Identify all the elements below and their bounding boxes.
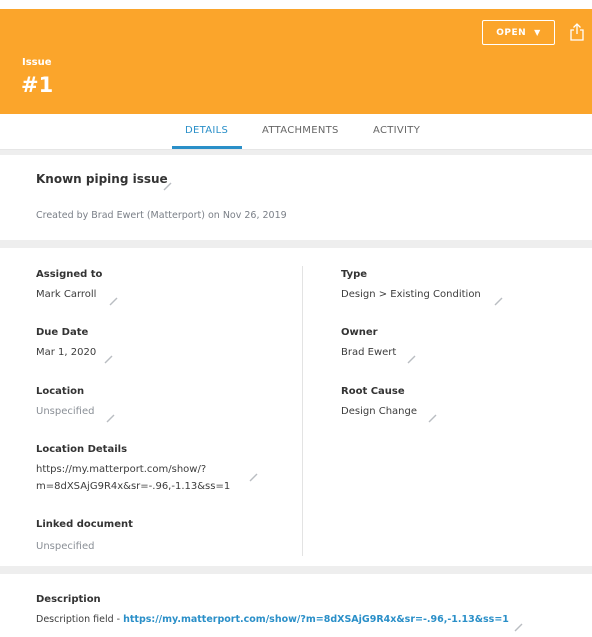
root-cause-value: Design Change — [341, 406, 417, 417]
location-details-value-line2: m=8dXSAjG9R4x&sr=-.96,-1.13&ss=1 — [36, 481, 231, 492]
tab-activity[interactable]: ACTIVITY — [373, 125, 420, 136]
assigned-to-label: Assigned to — [36, 269, 103, 280]
pencil-icon[interactable] — [407, 349, 417, 364]
owner-value: Brad Ewert — [341, 347, 397, 358]
location-label: Location — [36, 386, 85, 397]
section-divider — [0, 240, 592, 248]
assigned-to-value: Mark Carroll — [36, 289, 97, 300]
pencil-icon[interactable] — [104, 349, 114, 364]
column-separator — [302, 266, 303, 556]
issue-number: #1 — [21, 73, 54, 97]
status-label: OPEN — [496, 27, 527, 38]
section-divider — [0, 150, 592, 155]
type-label: Type — [341, 269, 368, 280]
pencil-icon[interactable] — [249, 467, 259, 482]
linked-document-value: Unspecified — [36, 541, 95, 552]
due-date-label: Due Date — [36, 327, 89, 338]
active-tab-indicator — [172, 146, 242, 149]
pencil-icon[interactable] — [514, 617, 524, 632]
description-value: Description field - https://my.matterpor… — [36, 614, 509, 625]
section-divider — [0, 566, 592, 574]
due-date-value: Mar 1, 2020 — [36, 347, 97, 358]
pencil-icon[interactable] — [109, 291, 119, 306]
share-icon[interactable] — [569, 23, 585, 41]
tab-bar: DETAILS ATTACHMENTS ACTIVITY — [0, 114, 592, 150]
description-prefix: Description field - — [36, 614, 124, 625]
owner-label: Owner — [341, 327, 378, 338]
issue-title: Known piping issue — [36, 172, 168, 186]
top-strip — [0, 0, 592, 9]
description-link[interactable]: https://my.matterport.com/show/?m=8dXSAj… — [123, 614, 509, 625]
root-cause-label: Root Cause — [341, 386, 405, 397]
description-label: Description — [36, 594, 101, 605]
tab-details[interactable]: DETAILS — [185, 125, 228, 136]
pencil-icon[interactable] — [163, 176, 173, 191]
tab-attachments[interactable]: ATTACHMENTS — [262, 125, 339, 136]
location-details-value-line1: https://my.matterport.com/show/? — [36, 464, 207, 475]
status-dropdown-button[interactable]: OPEN ▼ — [482, 20, 555, 45]
created-by-text: Created by Brad Ewert (Matterport) on No… — [36, 210, 287, 221]
issue-kind-label: Issue — [22, 57, 52, 68]
type-value: Design > Existing Condition — [341, 289, 481, 300]
issue-header: Issue #1 OPEN ▼ — [0, 9, 592, 114]
location-details-label: Location Details — [36, 444, 128, 455]
caret-down-icon: ▼ — [534, 28, 541, 37]
pencil-icon[interactable] — [106, 408, 116, 423]
pencil-icon[interactable] — [428, 408, 438, 423]
pencil-icon[interactable] — [494, 291, 504, 306]
linked-document-label: Linked document — [36, 519, 133, 530]
location-value: Unspecified — [36, 406, 95, 417]
